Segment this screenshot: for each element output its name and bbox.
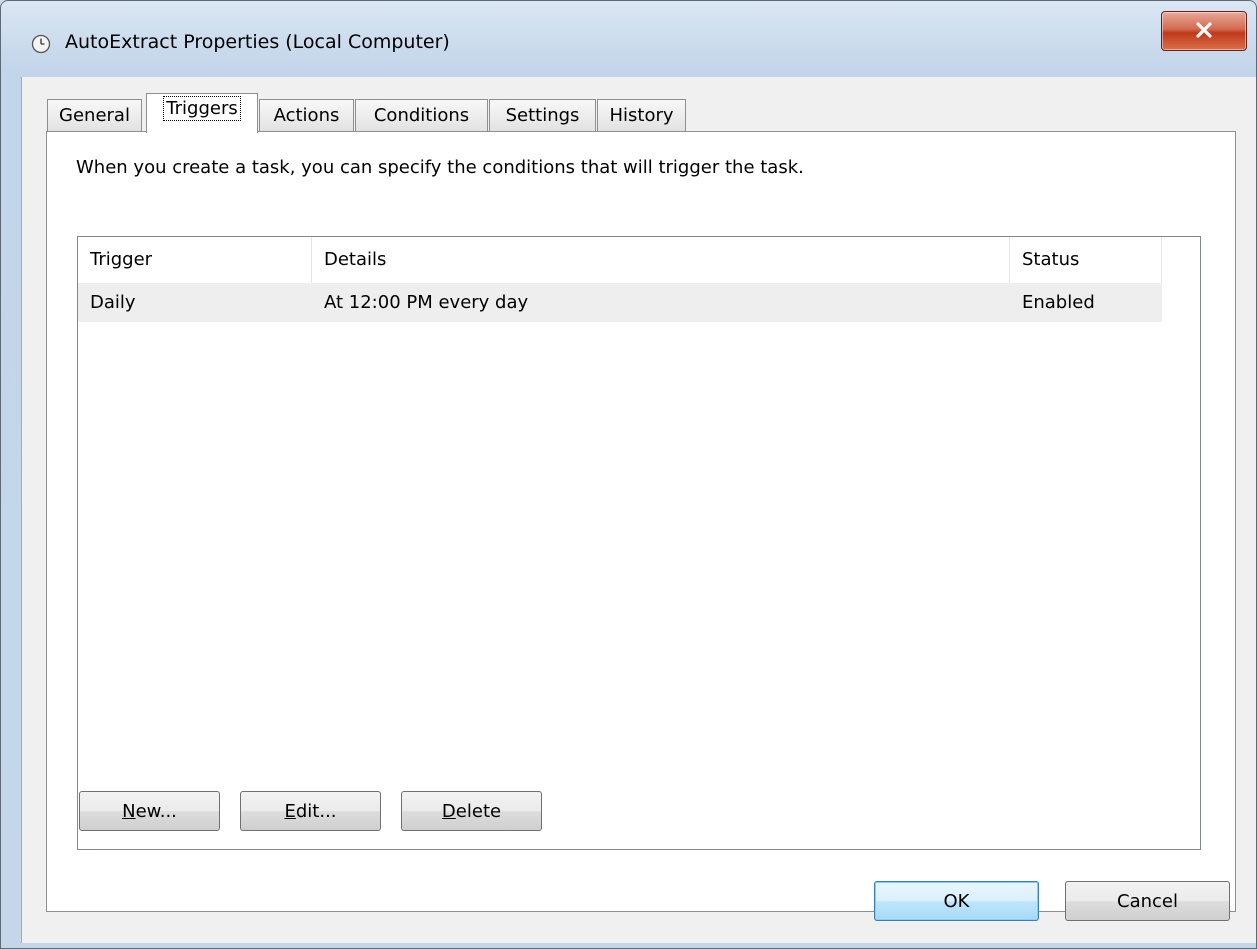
tab-history-label: History	[609, 105, 674, 126]
tab-actions[interactable]: Actions	[259, 99, 354, 131]
tab-actions-label: Actions	[273, 105, 340, 126]
clock-icon	[31, 34, 51, 54]
tab-triggers[interactable]: Triggers	[146, 93, 258, 133]
cell-trigger: Daily	[90, 292, 136, 313]
new-trigger-button[interactable]: New...	[79, 791, 220, 831]
close-icon	[1196, 22, 1212, 38]
ok-button[interactable]: OK	[874, 881, 1039, 921]
cell-details: At 12:00 PM every day	[324, 292, 529, 313]
delete-button-label: elete	[455, 801, 502, 822]
close-button[interactable]	[1161, 11, 1247, 51]
edit-button-label: dit...	[295, 801, 337, 822]
cell-status: Enabled	[1022, 292, 1095, 313]
triggers-description: When you create a task, you can specify …	[76, 157, 804, 178]
column-header-details[interactable]: Details	[312, 237, 1010, 283]
dialog-client-area: General Triggers Actions Conditions Sett…	[21, 77, 1256, 943]
delete-trigger-button[interactable]: Delete	[401, 791, 542, 831]
tab-triggers-label: Triggers	[163, 96, 241, 121]
new-accel-key: N	[122, 801, 136, 822]
triggers-list[interactable]: Trigger Details Status Daily At 12:00 PM…	[77, 236, 1201, 850]
tab-settings-label: Settings	[505, 105, 580, 126]
column-header-filler	[1162, 237, 1200, 283]
cancel-button[interactable]: Cancel	[1065, 881, 1230, 921]
dialog-window: AutoExtract Properties (Local Computer) …	[0, 0, 1257, 949]
edit-accel-key: E	[284, 801, 296, 822]
tab-history[interactable]: History	[597, 99, 686, 131]
window-title: AutoExtract Properties (Local Computer)	[65, 31, 450, 53]
tab-general[interactable]: General	[47, 99, 142, 131]
column-header-trigger[interactable]: Trigger	[78, 237, 312, 283]
new-button-label: ew...	[135, 801, 177, 822]
column-header-status[interactable]: Status	[1010, 237, 1162, 283]
tab-settings[interactable]: Settings	[489, 99, 596, 131]
tab-general-label: General	[59, 105, 130, 126]
edit-trigger-button[interactable]: Edit...	[240, 791, 381, 831]
list-header: Trigger Details Status	[78, 237, 1200, 283]
tab-conditions-label: Conditions	[373, 105, 470, 126]
table-row[interactable]: Daily At 12:00 PM every day Enabled	[78, 283, 1162, 322]
delete-accel-key: D	[441, 801, 456, 822]
title-bar[interactable]: AutoExtract Properties (Local Computer)	[1, 1, 1256, 79]
tab-conditions[interactable]: Conditions	[355, 99, 488, 131]
